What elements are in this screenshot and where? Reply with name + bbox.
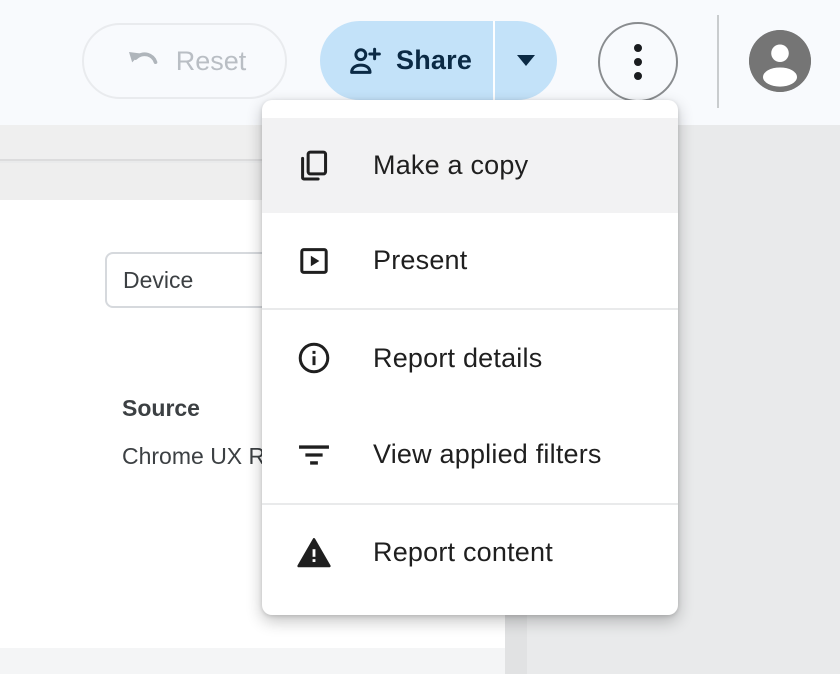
canvas-bottom-strip [0, 648, 505, 674]
share-split-button: Share [320, 21, 557, 100]
share-button-label: Share [396, 45, 472, 76]
copy-icon [295, 147, 333, 185]
topbar-divider [717, 15, 719, 108]
warning-icon [295, 534, 333, 572]
info-icon [295, 339, 333, 377]
more-options-menu: Make a copy Present Report details Vi [262, 100, 678, 615]
source-column-header: Source [122, 395, 200, 422]
chevron-down-icon [517, 55, 535, 66]
menu-item-label: View applied filters [373, 439, 602, 470]
source-cell-value: Chrome UX R [122, 443, 262, 470]
menu-item-make-a-copy[interactable]: Make a copy [262, 118, 678, 213]
filter-list-icon [295, 436, 333, 474]
undo-icon [123, 41, 163, 81]
menu-item-present[interactable]: Present [262, 213, 678, 308]
device-filter-control[interactable]: Device [105, 252, 275, 308]
device-filter-label: Device [123, 267, 193, 294]
present-play-icon [295, 242, 333, 280]
menu-item-view-applied-filters[interactable]: View applied filters [262, 406, 678, 503]
menu-item-label: Make a copy [373, 150, 528, 181]
avatar[interactable] [749, 30, 811, 92]
more-options-button[interactable] [598, 22, 678, 102]
share-button[interactable]: Share [320, 21, 493, 100]
menu-item-report-content[interactable]: Report content [262, 505, 678, 600]
vertical-ellipsis-icon [634, 44, 642, 52]
reset-button[interactable]: Reset [82, 23, 287, 99]
menu-item-label: Report content [373, 537, 553, 568]
share-dropdown-button[interactable] [495, 21, 557, 100]
reset-button-label: Reset [176, 46, 247, 77]
menu-item-label: Report details [373, 343, 542, 374]
person-add-icon [345, 42, 383, 80]
menu-item-label: Present [373, 245, 467, 276]
menu-item-report-details[interactable]: Report details [262, 310, 678, 406]
